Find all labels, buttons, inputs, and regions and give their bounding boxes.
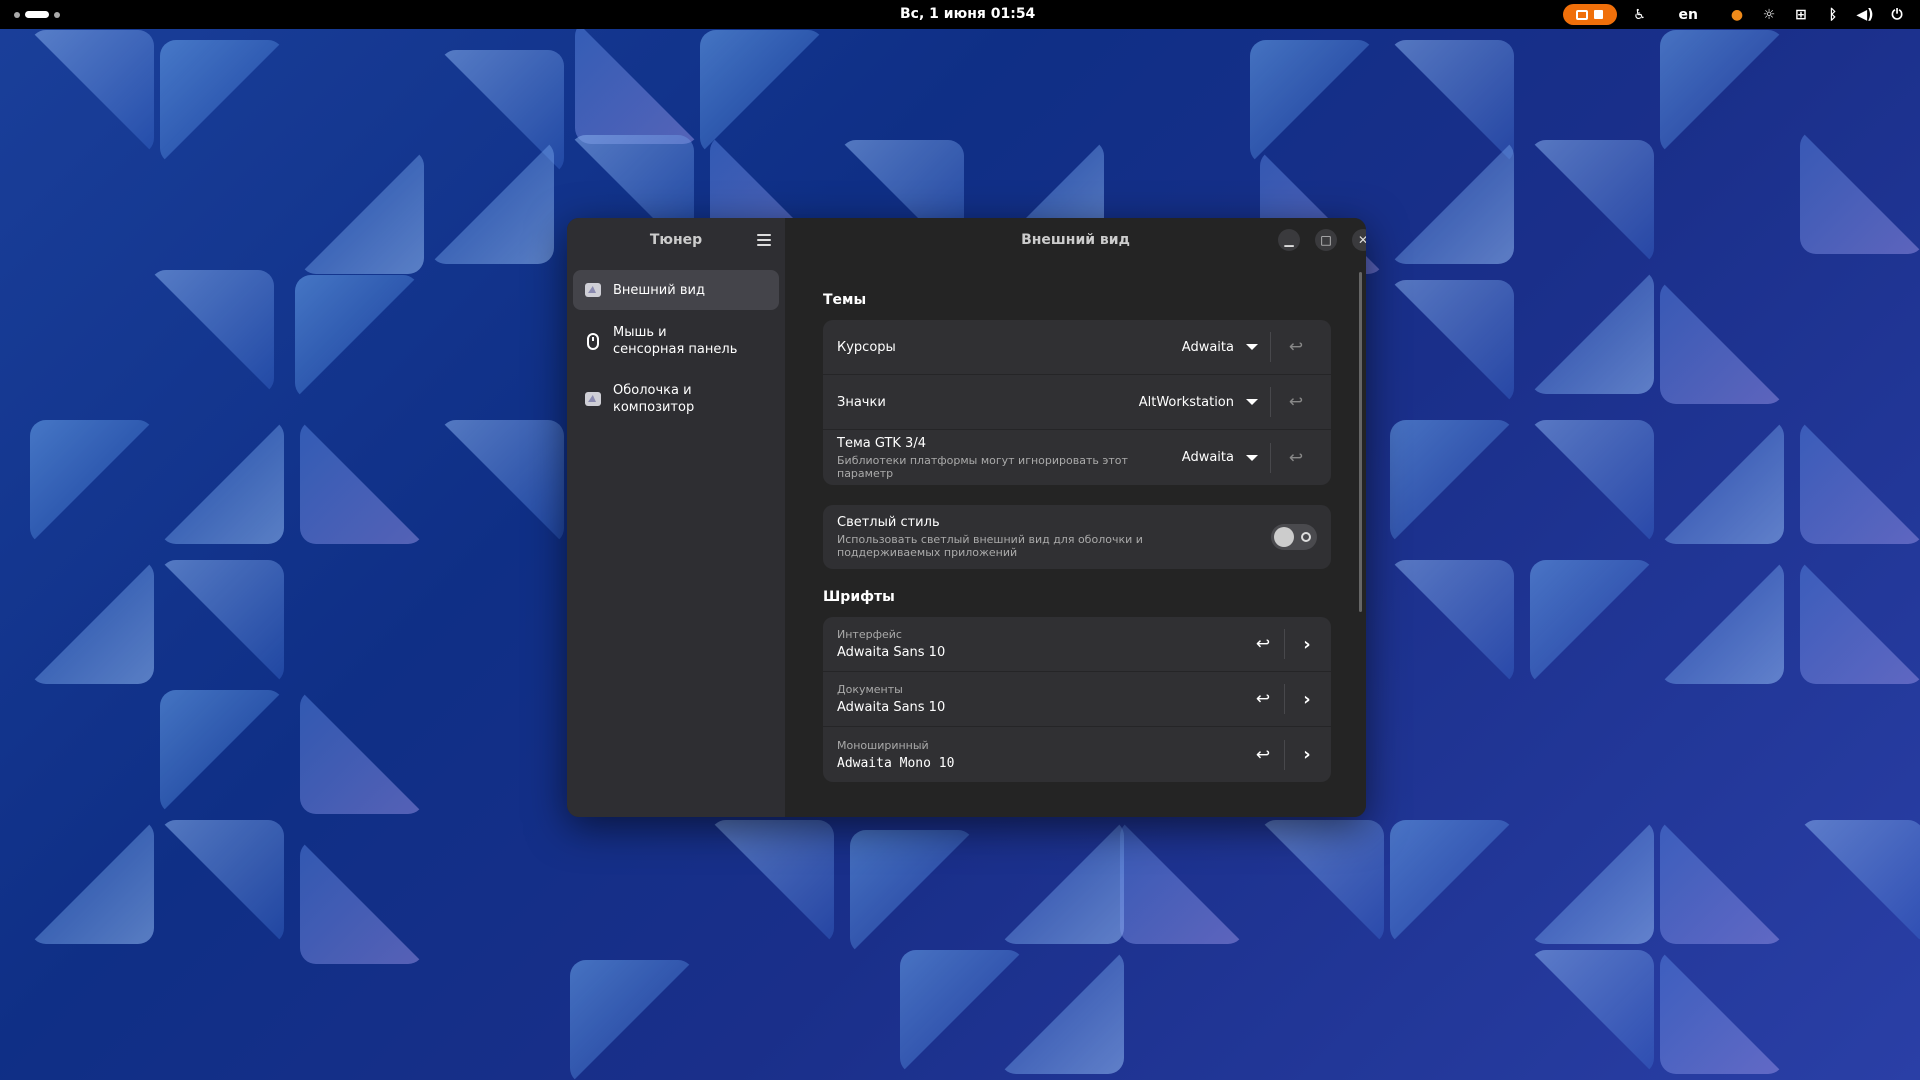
reset-gtk-theme-icon[interactable]: ↩ — [1283, 448, 1309, 468]
cursors-label: Курсоры — [837, 339, 896, 355]
dropdown-arrow-icon — [1246, 454, 1258, 461]
screencast-indicator[interactable] — [1562, 4, 1617, 25]
fonts-heading: Шрифты — [823, 589, 895, 605]
cursors-value: Adwaita — [1181, 339, 1234, 355]
cast-icon — [1576, 9, 1589, 20]
monospace-font-caption: Моноширинный — [837, 738, 929, 752]
power-icon[interactable]: ⏻ — [1888, 7, 1906, 23]
settings-content: Темы Курсоры Adwaita ↩ Значки AltWorksta… — [823, 292, 1331, 802]
monospace-font-row[interactable]: Моноширинный Adwaita Mono 10 ↩ › — [823, 727, 1331, 782]
interface-font-caption: Интерфейс — [837, 628, 902, 641]
icons-row: Значки AltWorkstation ↩ — [823, 375, 1331, 430]
gtk-theme-label: Тема GTK 3/4 — [837, 435, 926, 451]
documents-font-row[interactable]: Документы Adwaita Sans 10 ↩ › — [823, 672, 1331, 727]
accessibility-icon[interactable]: ♿ — [1631, 7, 1649, 23]
light-style-card: Светлый стиль Использовать светлый внешн… — [823, 505, 1331, 569]
switch-knob — [1274, 527, 1294, 547]
network-icon[interactable]: ⊞ — [1792, 7, 1810, 23]
top-bar: Вс, 1 июня 01:54 ♿ en ● ☼ ⊞ ᛒ ◀) ⏻ — [0, 0, 1920, 29]
sidebar-item-mouse[interactable]: Мышь и сенсорная панель — [573, 314, 779, 368]
icons-dropdown[interactable]: AltWorkstation — [1139, 395, 1258, 410]
shell-icon — [585, 392, 601, 406]
minimize-button[interactable]: ▁ — [1278, 229, 1300, 251]
mouse-icon — [587, 332, 599, 350]
monospace-font-value: Adwaita Mono 10 — [837, 755, 955, 771]
interface-font-value: Adwaita Sans 10 — [837, 645, 946, 660]
reset-documents-font-icon[interactable]: ↩ — [1250, 689, 1276, 709]
chevron-right-icon[interactable]: › — [1297, 634, 1317, 655]
appearance-icon — [585, 283, 601, 297]
scrollbar[interactable] — [1359, 272, 1362, 612]
stop-icon — [1594, 10, 1604, 19]
reset-monospace-font-icon[interactable]: ↩ — [1250, 745, 1276, 765]
sidebar-item-shell[interactable]: Оболочка и композитор — [573, 372, 779, 426]
documents-font-caption: Документы — [837, 683, 903, 696]
sidebar-item-label: Внешний вид — [613, 282, 705, 298]
icons-label: Значки — [837, 394, 886, 410]
sidebar-item-label: Мышь и сенсорная панель — [613, 325, 738, 357]
light-style-switch[interactable] — [1271, 524, 1317, 550]
themes-card: Курсоры Adwaita ↩ Значки AltWorkstation … — [823, 320, 1331, 485]
themes-heading: Темы — [823, 292, 867, 308]
maximize-button[interactable]: □ — [1315, 229, 1337, 251]
main-pane: Внешний вид ▁ □ ✕ Темы Курсоры Adwaita ↩… — [785, 218, 1366, 817]
gtk-theme-value: Adwaita — [1181, 450, 1234, 465]
documents-font-value: Adwaita Sans 10 — [837, 700, 946, 715]
sidebar-nav: Внешний вид Мышь и сенсорная панель Обол… — [573, 270, 779, 430]
brightness-icon[interactable]: ☼ — [1760, 7, 1778, 23]
light-style-label: Светлый стиль — [837, 515, 940, 530]
gtk-theme-subtitle: Библиотеки платформы могут игнорировать … — [837, 453, 1128, 480]
dropdown-arrow-icon — [1246, 399, 1258, 405]
volume-icon[interactable]: ◀) — [1856, 7, 1874, 23]
light-style-row: Светлый стиль Использовать светлый внешн… — [823, 505, 1331, 569]
sidebar: Тюнер Внешний вид Мышь и сенсорная панел… — [567, 218, 785, 817]
switch-off-icon — [1301, 532, 1311, 542]
fonts-card: Интерфейс Adwaita Sans 10 ↩ › Документы … — [823, 617, 1331, 782]
sidebar-title: Тюнер — [649, 232, 703, 248]
microphone-icon[interactable]: ● — [1728, 7, 1746, 23]
light-style-subtitle: Использовать светлый внешний вид для обо… — [837, 533, 1143, 559]
tuner-window: Тюнер Внешний вид Мышь и сенсорная панел… — [567, 218, 1366, 817]
reset-cursors-icon[interactable]: ↩ — [1283, 337, 1309, 357]
gtk-theme-dropdown[interactable]: Adwaita — [1182, 450, 1258, 465]
sidebar-item-label: Оболочка и композитор — [613, 383, 695, 415]
system-tray[interactable]: ♿ en ● ☼ ⊞ ᛒ ◀) ⏻ — [1562, 4, 1906, 25]
cursors-row: Курсоры Adwaita ↩ — [823, 320, 1331, 375]
chevron-right-icon[interactable]: › — [1297, 744, 1317, 765]
interface-font-row[interactable]: Интерфейс Adwaita Sans 10 ↩ › — [823, 617, 1331, 672]
keyboard-layout[interactable]: en — [1679, 7, 1698, 23]
icons-value: AltWorkstation — [1138, 394, 1234, 410]
reset-icons-icon[interactable]: ↩ — [1283, 392, 1309, 412]
clock[interactable]: Вс, 1 июня 01:54 — [900, 6, 1035, 22]
menu-icon[interactable] — [757, 234, 771, 249]
chevron-right-icon[interactable]: › — [1297, 689, 1317, 710]
reset-interface-font-icon[interactable]: ↩ — [1250, 634, 1276, 654]
sidebar-item-appearance[interactable]: Внешний вид — [573, 270, 779, 310]
gtk-theme-row: Тема GTK 3/4 Библиотеки платформы могут … — [823, 430, 1331, 485]
cursors-dropdown[interactable]: Adwaita — [1182, 340, 1258, 355]
workspace-indicator[interactable] — [14, 11, 60, 18]
dropdown-arrow-icon — [1246, 344, 1258, 350]
bluetooth-icon[interactable]: ᛒ — [1824, 7, 1842, 23]
